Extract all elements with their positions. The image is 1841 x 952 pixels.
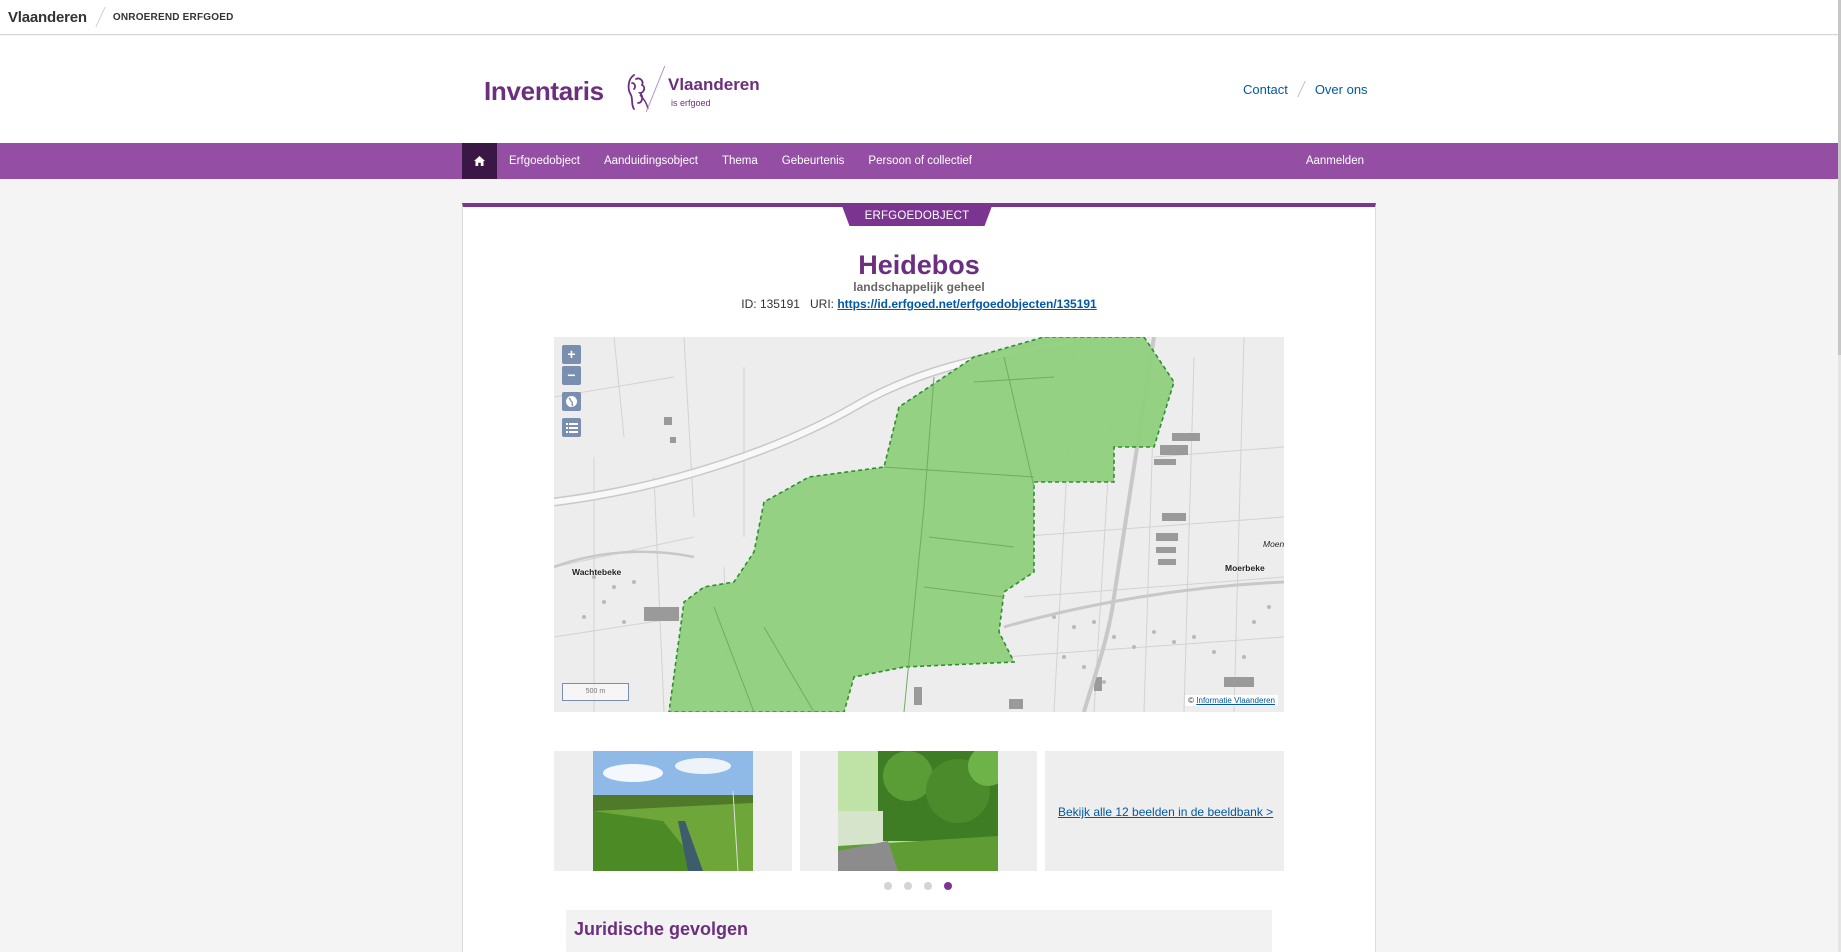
nav-persoon-of-collectief[interactable]: Persoon of collectief xyxy=(868,155,972,167)
site-header: Inventaris Vlaanderen is erfgoed Contact… xyxy=(0,36,1838,143)
carousel-dot-active[interactable] xyxy=(944,882,952,890)
gallery-image-2[interactable] xyxy=(838,751,998,871)
inventaris-logo-title[interactable]: Inventaris xyxy=(484,76,604,107)
home-icon xyxy=(474,156,485,166)
record-uri-link[interactable]: https://id.erfgoed.net/erfgoedobjecten/1… xyxy=(837,297,1096,311)
vlaanderen-brand-link[interactable]: Vlaanderen xyxy=(8,9,87,26)
brand-separator xyxy=(95,7,106,27)
header-links: Contact Over ons xyxy=(1243,81,1368,97)
nav-aanduidingsobject[interactable]: Aanduidingsobject xyxy=(604,155,698,167)
global-header: Vlaanderen ONROEREND ERFGOED xyxy=(0,0,1838,35)
map-view[interactable]: + − Wachtebeke Moerbeke Moen 500 m © Inf… xyxy=(554,337,1284,712)
gallery-image-1[interactable] xyxy=(593,751,753,871)
nav-erfgoedobject[interactable]: Erfgoedobject xyxy=(509,155,580,167)
over-ons-link[interactable]: Over ons xyxy=(1315,82,1368,97)
legal-section-heading: Juridische gevolgen xyxy=(574,919,749,939)
link-separator xyxy=(1297,81,1306,97)
vlaanderen-logo-text: Vlaanderen xyxy=(668,75,760,94)
uri-label: URI: xyxy=(810,297,834,311)
place-label-moerbeke: Moerbeke xyxy=(1225,563,1265,573)
attribution-link[interactable]: Informatie Vlaanderen xyxy=(1196,696,1275,705)
carousel-dots xyxy=(884,882,964,890)
globe-icon[interactable] xyxy=(562,392,581,411)
zoom-in-button[interactable]: + xyxy=(562,345,581,364)
onroerend-erfgoed-link[interactable]: ONROEREND ERFGOED xyxy=(113,12,234,23)
nav-gebeurtenis[interactable]: Gebeurtenis xyxy=(782,155,845,167)
record-id: 135191 xyxy=(759,297,800,311)
map-canvas xyxy=(554,337,1284,712)
carousel-dot[interactable] xyxy=(904,882,912,890)
record-subtitle: landschappelijk geheel xyxy=(853,280,985,294)
contact-link[interactable]: Contact xyxy=(1243,82,1288,97)
flemish-lion-icon xyxy=(627,74,649,110)
id-label: ID: xyxy=(741,297,757,311)
carousel-dot[interactable] xyxy=(924,882,932,890)
carousel-dot[interactable] xyxy=(884,882,892,890)
place-label-wachtebeke: Wachtebeke xyxy=(572,567,622,577)
main-navigation: Erfgoedobject Aanduidingsobject Thema Ge… xyxy=(0,143,1838,179)
map-attribution: © Informatie Vlaanderen xyxy=(1185,695,1278,706)
login-link[interactable]: Aanmelden xyxy=(1306,155,1364,167)
attribution-prefix: © xyxy=(1188,696,1195,705)
layer-list-icon[interactable] xyxy=(562,418,581,437)
record-id-line: ID: 135191 URI: https://id.erfgoed.net/e… xyxy=(462,297,1376,311)
record-type-tab: ERFGOEDOBJECT xyxy=(842,206,992,226)
is-erfgoed-tagline: is erfgoed xyxy=(671,98,711,108)
place-label-moen: Moen xyxy=(1263,539,1284,549)
home-button[interactable] xyxy=(462,143,497,179)
map-scale-bar: 500 m xyxy=(562,683,629,701)
nav-thema[interactable]: Thema xyxy=(722,155,758,167)
zoom-out-button[interactable]: − xyxy=(562,366,581,385)
legal-section: Juridische gevolgen xyxy=(566,910,1272,952)
view-all-images-link[interactable]: Bekijk alle 12 beelden in de beeldbank > xyxy=(1058,805,1273,819)
page-title: Heidebos xyxy=(858,250,980,280)
